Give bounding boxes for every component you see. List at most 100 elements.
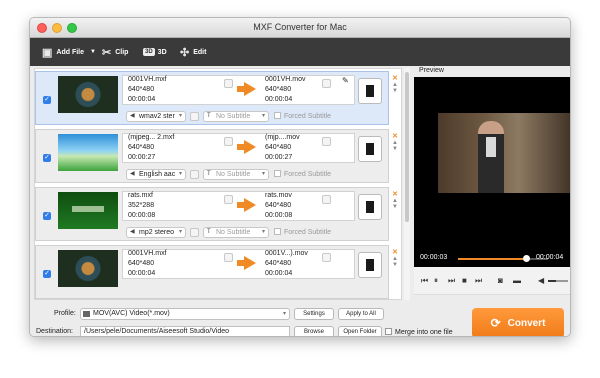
- subtitle-select[interactable]: T No Subtitle ▾: [203, 111, 269, 122]
- row-checkbox[interactable]: ✓: [43, 96, 51, 104]
- seek-handle[interactable]: [522, 255, 530, 262]
- audio-track-select[interactable]: ◀ wmav2 ster ▾: [126, 111, 186, 122]
- info-icon[interactable]: [224, 195, 233, 204]
- source-duration: 00:00:27: [128, 154, 156, 161]
- forced-subtitle-checkbox[interactable]: Forced Subtitle: [274, 228, 331, 236]
- file-row[interactable]: ✓ 0001VH.mxf 640*480 00:00:04 0001VH.mov…: [35, 71, 398, 125]
- volume-icon[interactable]: ◀: [538, 276, 544, 285]
- pencil-icon[interactable]: ✎: [342, 76, 349, 85]
- convert-icon: ⟳: [490, 316, 501, 330]
- film-icon[interactable]: [358, 194, 382, 220]
- edit-button[interactable]: ✣ Edit: [180, 38, 206, 66]
- chevron-down-icon: ▾: [261, 171, 265, 177]
- folder-icon[interactable]: ▬: [513, 276, 521, 285]
- add-audio-button[interactable]: [190, 228, 199, 237]
- output-name: rats.mov: [265, 192, 292, 199]
- forced-subtitle-label: Forced Subtitle: [284, 113, 332, 120]
- info-icon[interactable]: [224, 253, 233, 262]
- remove-icon[interactable]: ✕: [392, 74, 398, 82]
- forced-subtitle-label: Forced Subtitle: [284, 171, 332, 178]
- reorder-icon[interactable]: ▲ ▼: [392, 198, 398, 210]
- output-duration: 00:00:08: [265, 212, 293, 219]
- preview-video: [438, 113, 570, 193]
- convert-button[interactable]: ⟳ Convert: [472, 308, 564, 336]
- clip-button[interactable]: ✂ Clip: [102, 38, 128, 66]
- file-list: ✓ 0001VH.mxf 640*480 00:00:04 0001VH.mov…: [34, 68, 402, 300]
- reorder-icon[interactable]: ▲ ▼: [392, 140, 398, 152]
- output-resolution: 640*480: [265, 202, 292, 209]
- remove-icon[interactable]: ✕: [392, 190, 398, 198]
- chevron-down-icon[interactable]: ▼: [90, 49, 96, 55]
- info-icon[interactable]: [224, 79, 233, 88]
- file-row[interactable]: ✓ (mjpeg... 2.mxf 640*480 00:00:27 (mjp.…: [35, 129, 398, 183]
- forced-subtitle-checkbox[interactable]: Forced Subtitle: [274, 170, 331, 178]
- snapshot-icon[interactable]: ◙: [498, 276, 503, 285]
- file-row[interactable]: ✓ 0001VH.mxf 640*480 00:00:04 0001V...).…: [35, 245, 398, 299]
- forced-subtitle-checkbox[interactable]: Forced Subtitle: [274, 112, 331, 120]
- output-info-icon[interactable]: [322, 79, 331, 88]
- convert-arrow-icon: [237, 256, 256, 270]
- source-name: (mjpeg... 2.mxf: [128, 134, 175, 141]
- source-meta: 0001VH.mxf 640*480 00:00:04: [128, 249, 167, 279]
- output-meta: 0001VH.mov 640*480 00:00:04: [265, 75, 305, 105]
- output-resolution: 640*480: [265, 86, 292, 93]
- edit-icon: ✣: [180, 46, 190, 59]
- stop-icon[interactable]: ■: [462, 276, 467, 285]
- output-resolution: 640*480: [265, 144, 292, 151]
- audio-track-value: English aac: [139, 171, 176, 178]
- clip-label: Clip: [115, 48, 129, 56]
- volume-slider[interactable]: [548, 280, 568, 282]
- open-folder-button[interactable]: Open Folder: [338, 326, 382, 336]
- toolbar: ▣ Add File ▼ ✂ Clip 3D 3D ✣ Edit: [30, 38, 570, 66]
- merge-checkbox[interactable]: Merge into one file: [385, 328, 453, 336]
- row-checkbox[interactable]: ✓: [43, 154, 51, 162]
- remove-icon[interactable]: ✕: [392, 132, 398, 140]
- film-icon: [83, 311, 90, 317]
- remove-icon[interactable]: ✕: [392, 248, 398, 256]
- convert-arrow-icon: [237, 82, 256, 96]
- film-icon[interactable]: [358, 78, 382, 104]
- output-duration: 00:00:04: [265, 96, 293, 103]
- next-frame-icon[interactable]: ⏭: [448, 276, 455, 286]
- source-name: rats.mxf: [128, 192, 153, 199]
- add-audio-button[interactable]: [190, 170, 199, 179]
- row-checkbox[interactable]: ✓: [43, 212, 51, 220]
- output-info-icon[interactable]: [322, 195, 331, 204]
- chevron-down-icon: ▾: [261, 113, 265, 119]
- reorder-icon[interactable]: ▲ ▼: [392, 82, 398, 94]
- audio-track-select[interactable]: ◀ mp2 stereo ▾: [126, 227, 186, 238]
- 3d-button[interactable]: 3D 3D: [143, 38, 167, 66]
- seek-bar[interactable]: [458, 255, 548, 262]
- file-row[interactable]: ✓ rats.mxf 352*288 00:00:08 rats.mov 640…: [35, 187, 398, 241]
- prev-frame-icon[interactable]: ⏮: [421, 276, 428, 286]
- apply-to-all-button[interactable]: Apply to All: [338, 308, 384, 320]
- info-icon[interactable]: [224, 137, 233, 146]
- subtitle-select[interactable]: T No Subtitle ▾: [203, 169, 269, 180]
- browse-button[interactable]: Browse: [294, 326, 334, 336]
- destination-field[interactable]: /Users/pele/Documents/Aiseesoft Studio/V…: [80, 326, 290, 336]
- add-audio-button[interactable]: [190, 112, 199, 121]
- add-file-button[interactable]: ▣ Add File ▼: [42, 38, 96, 66]
- pause-icon[interactable]: ⏸: [434, 276, 438, 286]
- source-resolution: 640*480: [128, 260, 155, 267]
- forced-subtitle-label: Forced Subtitle: [284, 229, 332, 236]
- scissors-icon: ✂: [102, 46, 112, 59]
- film-icon[interactable]: [358, 136, 382, 162]
- row-checkbox[interactable]: ✓: [43, 270, 51, 278]
- output-info-icon[interactable]: [322, 137, 331, 146]
- film-icon[interactable]: [358, 252, 382, 278]
- output-info-icon[interactable]: [322, 253, 331, 262]
- subtitle-select[interactable]: T No Subtitle ▾: [203, 227, 269, 238]
- reorder-icon[interactable]: ▲ ▼: [392, 256, 398, 268]
- output-meta: rats.mov 640*480 00:00:08: [265, 191, 292, 221]
- video-thumbnail: [58, 250, 118, 287]
- output-duration: 00:00:27: [265, 154, 293, 161]
- edit-label: Edit: [193, 48, 207, 56]
- audio-track-select[interactable]: ◀ English aac ▾: [126, 169, 186, 180]
- profile-select[interactable]: MOV(AVC) Video(*.mov) ▾: [80, 308, 290, 320]
- settings-button[interactable]: Settings: [294, 308, 334, 320]
- profile-value: MOV(AVC) Video(*.mov): [93, 310, 170, 317]
- video-thumbnail: [58, 134, 118, 171]
- end-icon[interactable]: ⏭: [475, 276, 482, 286]
- file-list-scrollbar[interactable]: [404, 68, 410, 300]
